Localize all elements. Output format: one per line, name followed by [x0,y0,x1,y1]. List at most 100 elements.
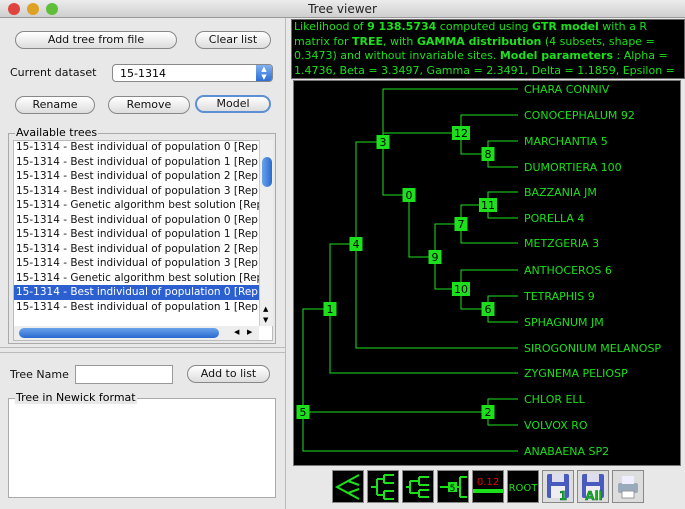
tree-list-item[interactable]: 15-1314 - Best individual of population … [14,140,259,155]
node-label: 6 [485,303,492,316]
print-icon [618,476,638,499]
clear-list-button[interactable]: Clear list [195,31,271,49]
node-label: 3 [380,136,387,149]
leaf-label[interactable]: VOLVOX RO [524,419,588,432]
available-trees-label: Available trees [15,126,99,139]
scroll-left-icon[interactable]: ◀ [234,328,239,336]
likelihood-info: Likelihood of 9 138.5734 computed using … [291,19,685,91]
node-label: 0 [406,189,413,202]
svg-text:5: 5 [450,484,456,494]
svg-text:All: All [585,489,603,502]
available-trees-panel: Available trees 15-1314 - Best individua… [8,127,276,344]
newick-panel: Tree in Newick format [8,392,276,498]
node-label: 10 [454,283,468,296]
node-label: 11 [481,199,495,212]
tree-list-item[interactable]: 15-1314 - Best individual of population … [14,242,259,257]
root-icon: ROOT [509,483,539,494]
leaf-label[interactable]: SIROGONIUM MELANOSP [524,342,661,355]
leaf-label[interactable]: CHARA CONNIV [524,83,610,96]
leaf-label[interactable]: DUMORTIERA 100 [524,161,622,174]
save-one-icon: 1 [547,474,569,503]
leaf-label[interactable]: CHLOR ELL [524,393,586,406]
add-tree-from-file-button[interactable]: Add tree from file [15,31,177,49]
dataset-select[interactable]: 15-1314 ▲ ▼ [112,64,273,82]
close-button[interactable] [8,3,20,15]
newick-textarea[interactable] [12,405,272,495]
tree-list-item[interactable]: 15-1314 - Best individual of population … [14,227,259,242]
leaf-label[interactable]: ZYGNEMA PELIOSP [524,367,628,380]
minimize-button[interactable] [27,3,39,15]
tree-branch [408,195,435,258]
title-bar: Tree viewer [0,0,685,18]
tree-list-item[interactable]: 15-1314 - Best individual of population … [14,169,259,184]
tree-name-input[interactable] [75,365,173,384]
node-labels-icon: 5 [440,476,467,498]
node-label: 9 [432,251,439,264]
tree-list-item[interactable]: 15-1314 - Best individual of population … [14,256,259,271]
scroll-right-icon[interactable]: ▶ [247,328,252,336]
node-label: 4 [353,238,360,251]
rename-button[interactable]: Rename [15,96,95,114]
tree-branch [382,142,409,196]
split-divider[interactable] [0,347,285,353]
tree-list-item[interactable]: 15-1314 - Genetic algorithm best solutio… [14,198,259,213]
h-scroll-thumb[interactable] [19,328,219,338]
svg-text:1: 1 [559,489,567,502]
tree-list-item[interactable]: 15-1314 - Best individual of population … [14,285,259,300]
node-label: 7 [458,218,465,231]
svg-text:0.12: 0.12 [477,477,499,488]
model-button[interactable]: Model [195,95,271,113]
leaf-label[interactable]: ANABAENA SP2 [524,445,609,458]
save-all-button[interactable]: All [577,470,609,503]
leaf-label[interactable]: SPHAGNUM JM [524,316,604,329]
scroll-up-icon[interactable]: ▲ [263,305,268,313]
root-button[interactable]: ROOT [507,470,539,503]
radial-tree-icon [334,474,360,500]
leaf-label[interactable]: PORELLA 4 [524,212,584,225]
print-button[interactable] [612,470,644,503]
branch-length-icon: 0.12 [473,477,503,493]
leaf-label[interactable]: TETRAPHIS 9 [523,290,595,303]
rectangular-tree-button[interactable] [367,470,399,503]
vertical-split-divider[interactable] [285,18,290,509]
leaf-label[interactable]: METZGERIA 3 [524,237,599,250]
tree-canvas[interactable]: 0 1 2 3 4 5 6 7 8 9 10 11 12 CHARA CONNIV CONOCEPHALUM… [293,80,681,466]
select-arrows-icon: ▲ ▼ [256,65,272,81]
phylogenetic-tree: 0123456789101112CHARA CONNIVCONOCEPHALUM… [296,83,661,458]
current-dataset-label: Current dataset [10,66,97,79]
tree-list[interactable]: 15-1314 - Best individual of population … [14,140,259,326]
rectangular-tree-icon [371,474,394,500]
node-labels-button[interactable]: 5 [437,470,469,503]
node-label: 1 [327,303,334,316]
remove-button[interactable]: Remove [108,96,190,114]
tree-list-item[interactable]: 15-1314 - Genetic algorithm best solutio… [14,271,259,286]
scroll-down-icon[interactable]: ▼ [263,316,268,324]
tree-list-item[interactable]: 15-1314 - Best individual of population … [14,300,259,315]
leaf-label[interactable]: MARCHANTIA 5 [524,135,608,148]
newick-label: Tree in Newick format [15,391,137,404]
leaf-label[interactable]: CONOCEPHALUM 92 [524,109,635,122]
tree-branch [329,309,518,374]
tree-branch [355,141,383,244]
save-one-button[interactable]: 1 [542,470,574,503]
branch-length-button[interactable]: 0.12 [472,470,504,503]
dataset-value: 15-1314 [120,67,166,80]
tree-branch [302,308,330,412]
scroll-thumb[interactable] [262,157,272,187]
svg-text:ROOT: ROOT [509,483,538,494]
leaf-label[interactable]: ANTHOCEROS 6 [524,264,612,277]
tree-list-item[interactable]: 15-1314 - Best individual of population … [14,213,259,228]
zoom-button[interactable] [46,3,58,15]
add-to-list-button[interactable]: Add to list [187,365,270,383]
tree-list-item[interactable]: 15-1314 - Best individual of population … [14,155,259,170]
horizontal-scrollbar[interactable]: ◀ ▶ [14,326,259,340]
node-label: 8 [485,148,492,161]
slanted-tree-button[interactable] [402,470,434,503]
tree-list-item[interactable]: 15-1314 - Best individual of population … [14,184,259,199]
node-label: 12 [454,127,468,140]
radial-tree-button[interactable] [332,470,364,503]
tree-branch [382,132,461,142]
vertical-scrollbar[interactable]: ▲ ▼ [259,140,273,326]
node-label: 2 [485,406,492,419]
leaf-label[interactable]: BAZZANIA JM [524,186,597,199]
